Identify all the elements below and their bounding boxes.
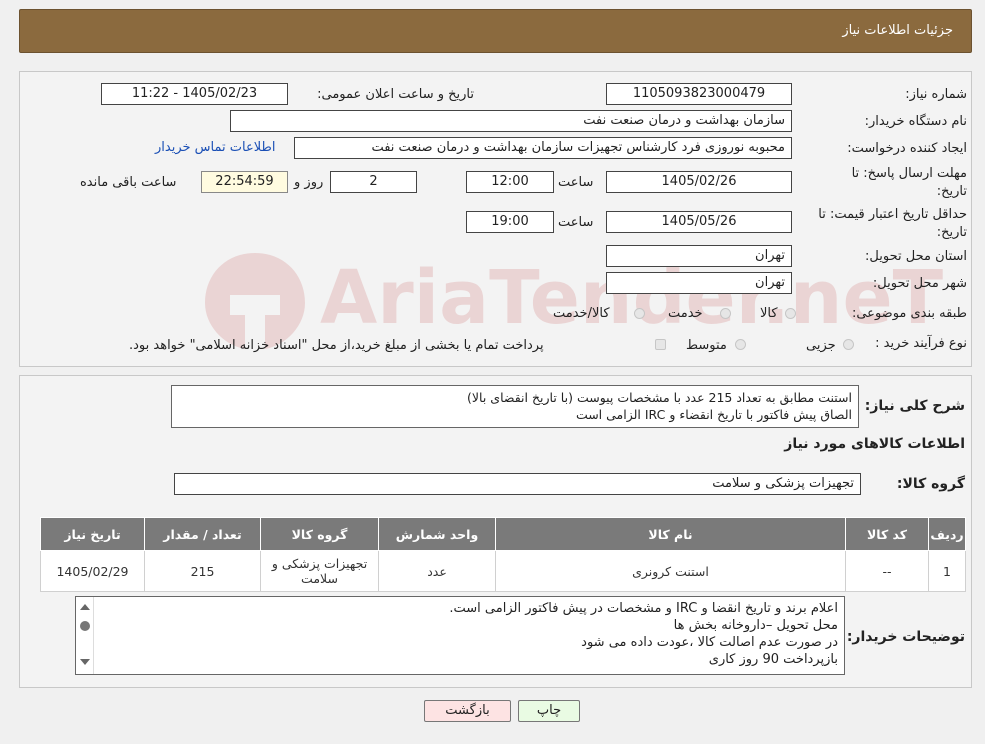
buyer-notes-scrollbar[interactable] — [76, 597, 94, 674]
delivery-province-field: تهران — [606, 245, 792, 267]
col-date: تاریخ نیاز — [40, 517, 145, 551]
col-name: نام کالا — [495, 517, 846, 551]
scroll-up-icon[interactable] — [76, 600, 94, 614]
countdown-timer: 22:54:59 — [201, 171, 288, 193]
buyer-notes-textarea[interactable]: اعلام برند و تاریخ انقضا و IRC و مشخصات … — [75, 596, 845, 675]
process-option-medium: متوسط — [686, 338, 727, 353]
deadline-time-label: ساعت — [558, 175, 594, 190]
goods-section-title: اطلاعات کالاهای مورد نیاز — [784, 436, 965, 452]
col-unit: واحد شمارش — [378, 517, 496, 551]
need-number-label: شماره نیاز: — [905, 87, 967, 102]
page-title: جزئیات اطلاعات نیاز — [842, 23, 953, 38]
description-textarea[interactable]: استنت مطابق به تعداد 215 عدد با مشخصات پ… — [171, 385, 859, 428]
description-line-1: استنت مطابق به تعداد 215 عدد با مشخصات پ… — [467, 390, 852, 405]
deadline-label-date: تاریخ: — [936, 184, 967, 199]
category-radio-goods-service[interactable] — [634, 308, 645, 319]
price-validity-label: حداقل تاریخ اعتبار قیمت: تا — [818, 207, 967, 222]
days-remaining-field: 2 — [330, 171, 417, 193]
category-option-goods-service: کالا/خدمت — [553, 306, 610, 321]
process-radio-minor[interactable] — [843, 339, 854, 350]
process-type-label: نوع فرآیند خرید : — [875, 336, 967, 351]
col-group: گروه کالا — [260, 517, 379, 551]
category-option-service: خدمت — [668, 306, 703, 321]
days-label: روز و — [294, 175, 324, 190]
print-button[interactable]: چاپ — [518, 700, 580, 722]
category-option-goods: کالا — [760, 306, 778, 321]
price-validity-date-field: 1405/05/26 — [606, 211, 792, 233]
need-number-field: 1105093823000479 — [606, 83, 792, 105]
price-validity-label-date: تاریخ: — [936, 225, 967, 240]
scroll-thumb[interactable] — [80, 621, 90, 631]
cell-row: 1 — [928, 550, 966, 592]
table-header-row: ردیف کد کالا نام کالا واحد شمارش گروه کا… — [40, 517, 966, 551]
goods-group-label: گروه کالا: — [896, 476, 965, 492]
delivery-province-label: استان محل تحویل: — [865, 249, 967, 264]
buyer-note-line: محل تحویل –داروخانه بخش ها — [673, 618, 838, 633]
deadline-date-field: 1405/02/26 — [606, 171, 792, 193]
requester-field: محبوبه نوروزی فرد کارشناس تجهیزات سازمان… — [294, 137, 792, 159]
back-button[interactable]: بازگشت — [424, 700, 511, 722]
cell-code: -- — [845, 550, 929, 592]
requester-label: ایجاد کننده درخواست: — [847, 141, 967, 156]
process-radio-medium[interactable] — [735, 339, 746, 350]
cell-date: 1405/02/29 — [40, 550, 145, 592]
table-row: 1 -- استنت کرونری عدد تجهیزات پزشکی و سل… — [40, 550, 966, 592]
watermark-text: AriaTender.neT — [320, 255, 944, 341]
buyer-org-field: سازمان بهداشت و درمان صنعت نفت — [230, 110, 792, 132]
col-row: ردیف — [928, 517, 966, 551]
description-line-2: الصاق پیش فاکتور با تاریخ انقضاء و IRC ا… — [575, 407, 852, 422]
deadline-time-field: 12:00 — [466, 171, 554, 193]
treasury-checkbox[interactable] — [655, 339, 666, 350]
col-qty: تعداد / مقدار — [144, 517, 261, 551]
goods-group-field: تجهیزات پزشکی و سلامت — [174, 473, 861, 495]
cell-unit: عدد — [378, 550, 496, 592]
category-label: طبقه بندی موضوعی: — [851, 306, 967, 321]
announce-datetime-field: 1405/02/23 - 11:22 — [101, 83, 288, 105]
remaining-label: ساعت باقی مانده — [80, 175, 177, 190]
buyer-notes-label: توضیحات خریدار: — [846, 629, 965, 645]
buyer-note-line: در صورت عدم اصالت کالا ،عودت داده می شود — [581, 635, 838, 650]
buyer-note-line: بازپرداخت 90 روز کاری — [708, 652, 838, 667]
deadline-label: مهلت ارسال پاسخ: تا — [851, 166, 967, 181]
buyer-note-line: اعلام برند و تاریخ انقضا و IRC و مشخصات … — [449, 601, 838, 616]
validity-time-label: ساعت — [558, 215, 594, 230]
buyer-org-label: نام دستگاه خریدار: — [864, 114, 967, 129]
goods-table: ردیف کد کالا نام کالا واحد شمارش گروه کا… — [40, 517, 966, 592]
scroll-down-icon[interactable] — [76, 655, 94, 669]
page-header: جزئیات اطلاعات نیاز — [19, 9, 972, 53]
announce-datetime-label: تاریخ و ساعت اعلان عمومی: — [317, 87, 474, 102]
process-option-minor: جزیی — [806, 338, 836, 353]
treasury-note: پرداخت تمام یا بخشی از مبلغ خرید،از محل … — [129, 338, 544, 353]
delivery-city-label: شهر محل تحویل: — [872, 276, 967, 291]
cell-group: تجهیزات پزشکی و سلامت — [260, 550, 379, 592]
cell-qty: 215 — [144, 550, 261, 592]
price-validity-time-field: 19:00 — [466, 211, 554, 233]
cell-name: استنت کرونری — [495, 550, 846, 592]
category-radio-goods[interactable] — [785, 308, 796, 319]
delivery-city-field: تهران — [606, 272, 792, 294]
description-label: شرح کلی نیاز: — [864, 398, 965, 414]
category-radio-service[interactable] — [720, 308, 731, 319]
buyer-contact-link[interactable]: اطلاعات تماس خریدار — [155, 140, 275, 155]
col-code: کد کالا — [845, 517, 929, 551]
